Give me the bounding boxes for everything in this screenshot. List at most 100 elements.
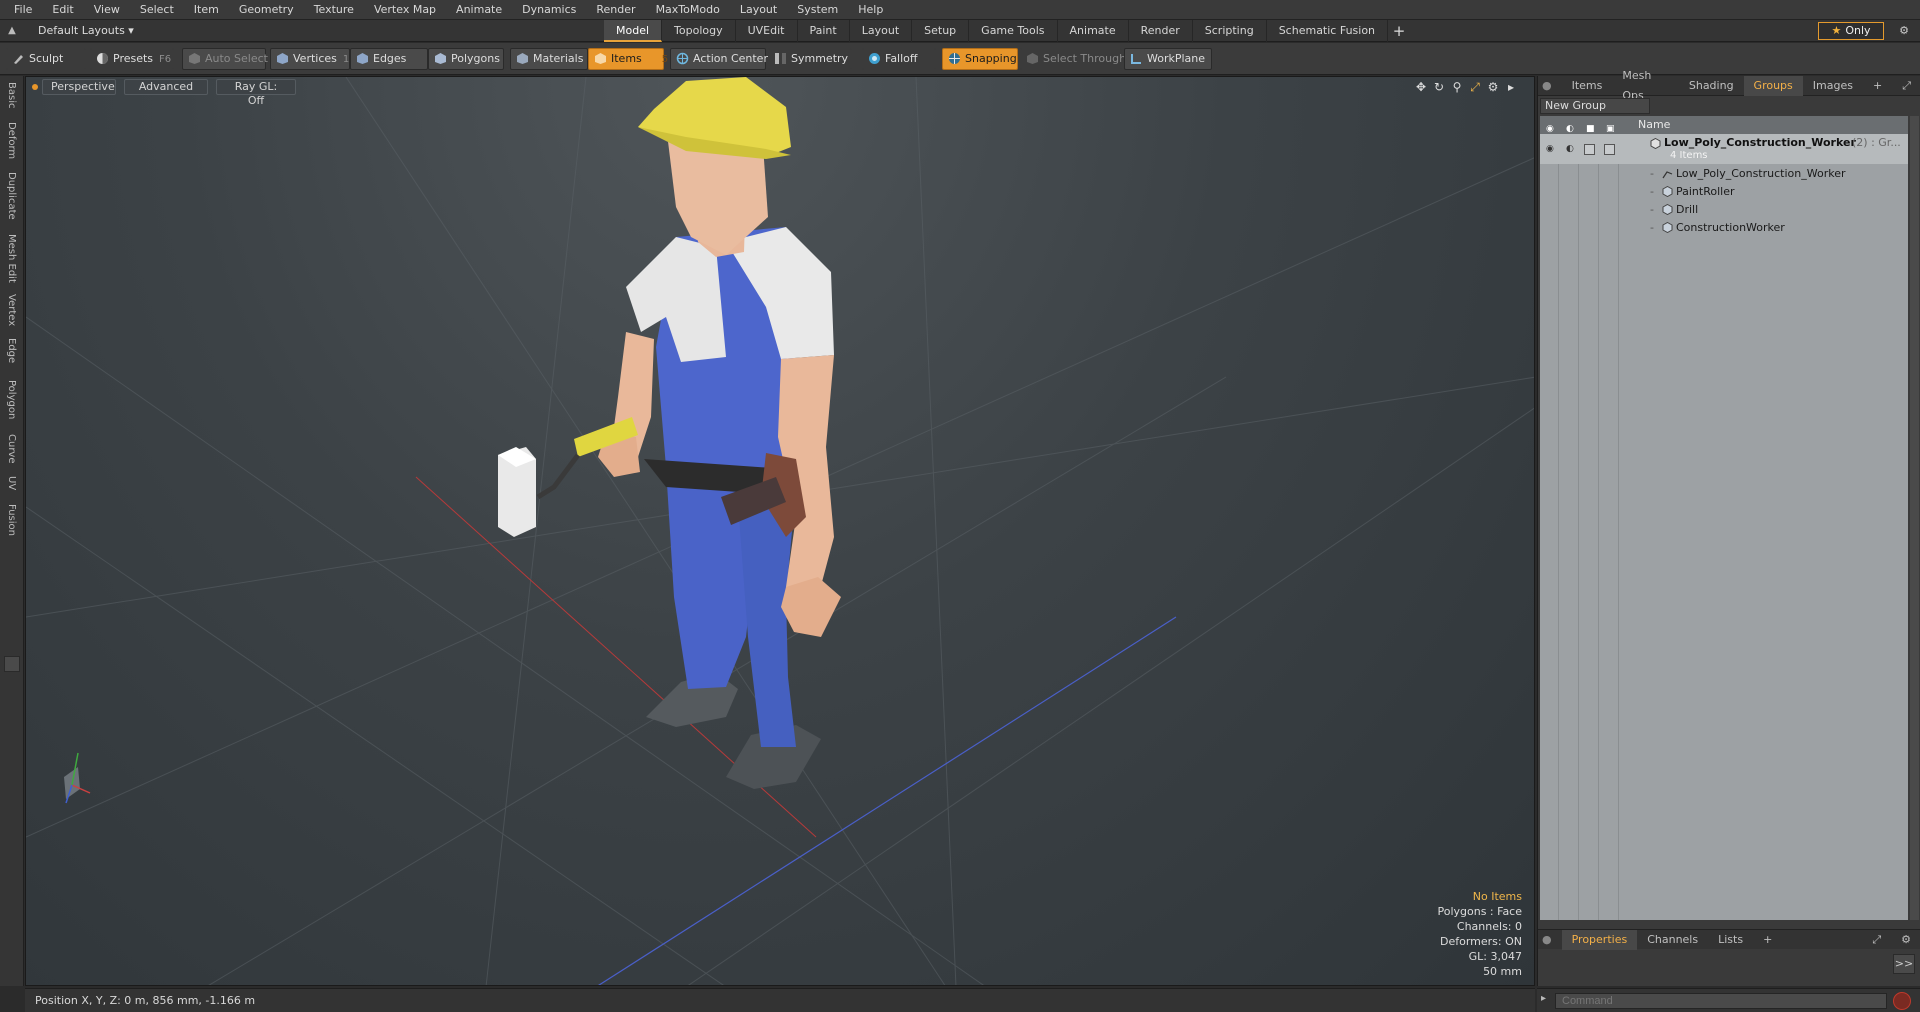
shading-dropdown[interactable]: Advanced — [124, 79, 208, 95]
tab-items[interactable]: Items — [1562, 76, 1613, 96]
vtab-duplicate[interactable]: Duplicate — [0, 172, 24, 224]
edges-button[interactable]: Edges2 — [350, 48, 435, 70]
tab-paint[interactable]: Paint — [798, 20, 850, 42]
sculpt-button[interactable]: Sculpt — [6, 48, 86, 70]
move-view-icon[interactable]: ✥ — [1412, 79, 1430, 95]
tab-channels[interactable]: Channels — [1637, 930, 1708, 950]
menu-item[interactable]: Item — [184, 0, 229, 20]
vtab-vertex[interactable]: Vertex — [0, 294, 24, 334]
add-panel-tab-button[interactable]: + — [1863, 76, 1892, 96]
materials-button[interactable]: Materials — [510, 48, 588, 70]
panel-expand-icon[interactable]: ⤢ — [1892, 76, 1920, 96]
tab-scripting[interactable]: Scripting — [1193, 20, 1267, 42]
bottom-gear-icon[interactable]: ⚙ — [1891, 930, 1920, 950]
tab-properties[interactable]: Properties — [1561, 929, 1638, 950]
polygons-button[interactable]: Polygons — [428, 48, 504, 70]
view-type-dropdown[interactable]: Perspective — [42, 79, 116, 95]
falloff-button[interactable]: Falloff — [862, 48, 936, 70]
tab-render[interactable]: Render — [1129, 20, 1193, 42]
tab-groups[interactable]: Groups — [1743, 75, 1803, 96]
tab-topology[interactable]: Topology — [662, 20, 736, 42]
lock-checkbox[interactable] — [1584, 144, 1595, 155]
action-center-button[interactable]: Action Center — [670, 48, 768, 70]
command-history-icon[interactable]: ▸ — [1541, 993, 1546, 1004]
zoom-view-icon[interactable]: ⚲ — [1448, 79, 1466, 95]
vtab-uv[interactable]: UV — [0, 476, 24, 498]
render-column-icon[interactable]: ◐ — [1566, 120, 1577, 134]
tab-game-tools[interactable]: Game Tools — [969, 20, 1058, 42]
vtab-deform[interactable]: Deform — [0, 122, 24, 162]
vtab-polygon[interactable]: Polygon — [0, 380, 24, 426]
tab-setup[interactable]: Setup — [912, 20, 970, 42]
groups-scrollbar[interactable] — [1910, 116, 1919, 920]
command-input[interactable] — [1555, 993, 1887, 1009]
name-column-header[interactable]: Name — [1638, 116, 1670, 134]
tab-images[interactable]: Images — [1803, 76, 1863, 96]
render-toggle-icon[interactable]: ◐ — [1566, 144, 1577, 154]
viewport-settings-icon[interactable]: ⚙ — [1484, 79, 1502, 95]
select-through-button[interactable]: Select Through — [1020, 48, 1126, 70]
tab-shading[interactable]: Shading — [1679, 76, 1744, 96]
menu-edit[interactable]: Edit — [42, 0, 83, 20]
menu-maxtomodo[interactable]: MaxToModo — [646, 0, 730, 20]
lock-column-icon[interactable]: ■ — [1586, 120, 1597, 134]
add-tab-button[interactable]: + — [1388, 20, 1410, 42]
menu-system[interactable]: System — [787, 0, 848, 20]
menu-vertex-map[interactable]: Vertex Map — [364, 0, 446, 20]
raygl-toggle[interactable]: Ray GL: Off — [216, 79, 296, 107]
group-row[interactable]: ◉ ◐ Low_Poly_Construction_Worker (2) : G… — [1540, 134, 1908, 164]
3d-viewport[interactable]: Perspective Advanced Ray GL: Off ✥ ↻ ⚲ ⤢… — [25, 76, 1535, 986]
auto-select-button[interactable]: Auto Select — [182, 48, 268, 70]
menu-texture[interactable]: Texture — [304, 0, 364, 20]
menu-render[interactable]: Render — [586, 0, 645, 20]
menu-dynamics[interactable]: Dynamics — [512, 0, 586, 20]
vtab-basic[interactable]: Basic — [0, 82, 24, 116]
tab-model[interactable]: Model — [604, 20, 663, 42]
items-button[interactable]: Items 5 — [588, 48, 668, 70]
symmetry-button[interactable]: Symmetry — [768, 48, 852, 70]
tab-uvedit[interactable]: UVEdit — [736, 20, 798, 42]
vtab-fusion[interactable]: Fusion — [0, 504, 24, 544]
new-group-button[interactable]: New Group — [1540, 98, 1650, 114]
maximize-view-icon[interactable]: ⤢ — [1466, 79, 1484, 95]
menu-view[interactable]: View — [84, 0, 130, 20]
rotate-view-icon[interactable]: ↻ — [1430, 79, 1448, 95]
menu-animate[interactable]: Animate — [446, 0, 512, 20]
list-item[interactable]: - Low_Poly_Construction_Worker — [1540, 165, 1908, 183]
collapse-icon[interactable]: ▲ — [0, 20, 24, 42]
left-panel-toggle[interactable] — [4, 656, 20, 672]
menu-layout[interactable]: Layout — [730, 0, 787, 20]
tab-schematic-fusion[interactable]: Schematic Fusion — [1267, 20, 1389, 42]
menu-help[interactable]: Help — [848, 0, 893, 20]
expand-properties-button[interactable]: >> — [1893, 954, 1915, 974]
vtab-edge[interactable]: Edge — [0, 338, 24, 372]
vtab-curve[interactable]: Curve — [0, 434, 24, 470]
tab-animate[interactable]: Animate — [1058, 20, 1129, 42]
list-item[interactable]: - Drill — [1540, 201, 1908, 219]
vtab-mesh-edit[interactable]: Mesh Edit — [0, 234, 24, 288]
tab-lists[interactable]: Lists — [1708, 930, 1753, 950]
snapping-button[interactable]: Snapping — [942, 48, 1018, 70]
select-checkbox[interactable] — [1604, 144, 1615, 155]
bottom-expand-icon[interactable]: ⤢ — [1862, 930, 1891, 950]
panel-menu-dot[interactable]: ● — [1538, 76, 1562, 96]
viewport-menu-dot[interactable] — [32, 84, 38, 90]
tab-layout[interactable]: Layout — [850, 20, 913, 42]
vertices-button[interactable]: Vertices 1 — [270, 48, 350, 70]
gear-icon[interactable]: ⚙ — [1892, 20, 1916, 42]
presets-button[interactable]: Presets F6 — [90, 48, 174, 70]
visibility-column-icon[interactable]: ◉ — [1546, 120, 1557, 134]
menu-file[interactable]: File — [4, 0, 42, 20]
visibility-eye-icon[interactable]: ◉ — [1546, 144, 1557, 154]
viewport-more-icon[interactable]: ▸ — [1502, 79, 1520, 95]
layout-dropdown[interactable]: Default Layouts ▾ — [24, 24, 154, 37]
record-macro-icon[interactable] — [1893, 992, 1911, 1010]
select-column-icon[interactable]: ▣ — [1606, 120, 1617, 134]
only-toggle[interactable]: ★ Only — [1818, 22, 1884, 40]
list-item[interactable]: - PaintRoller — [1540, 183, 1908, 201]
add-bottom-tab-button[interactable]: + — [1753, 930, 1782, 950]
bottom-panel-menu-dot[interactable]: ● — [1538, 930, 1562, 950]
workplane-button[interactable]: WorkPlane — [1124, 48, 1212, 70]
menu-geometry[interactable]: Geometry — [229, 0, 304, 20]
list-item[interactable]: - ConstructionWorker — [1540, 219, 1908, 237]
